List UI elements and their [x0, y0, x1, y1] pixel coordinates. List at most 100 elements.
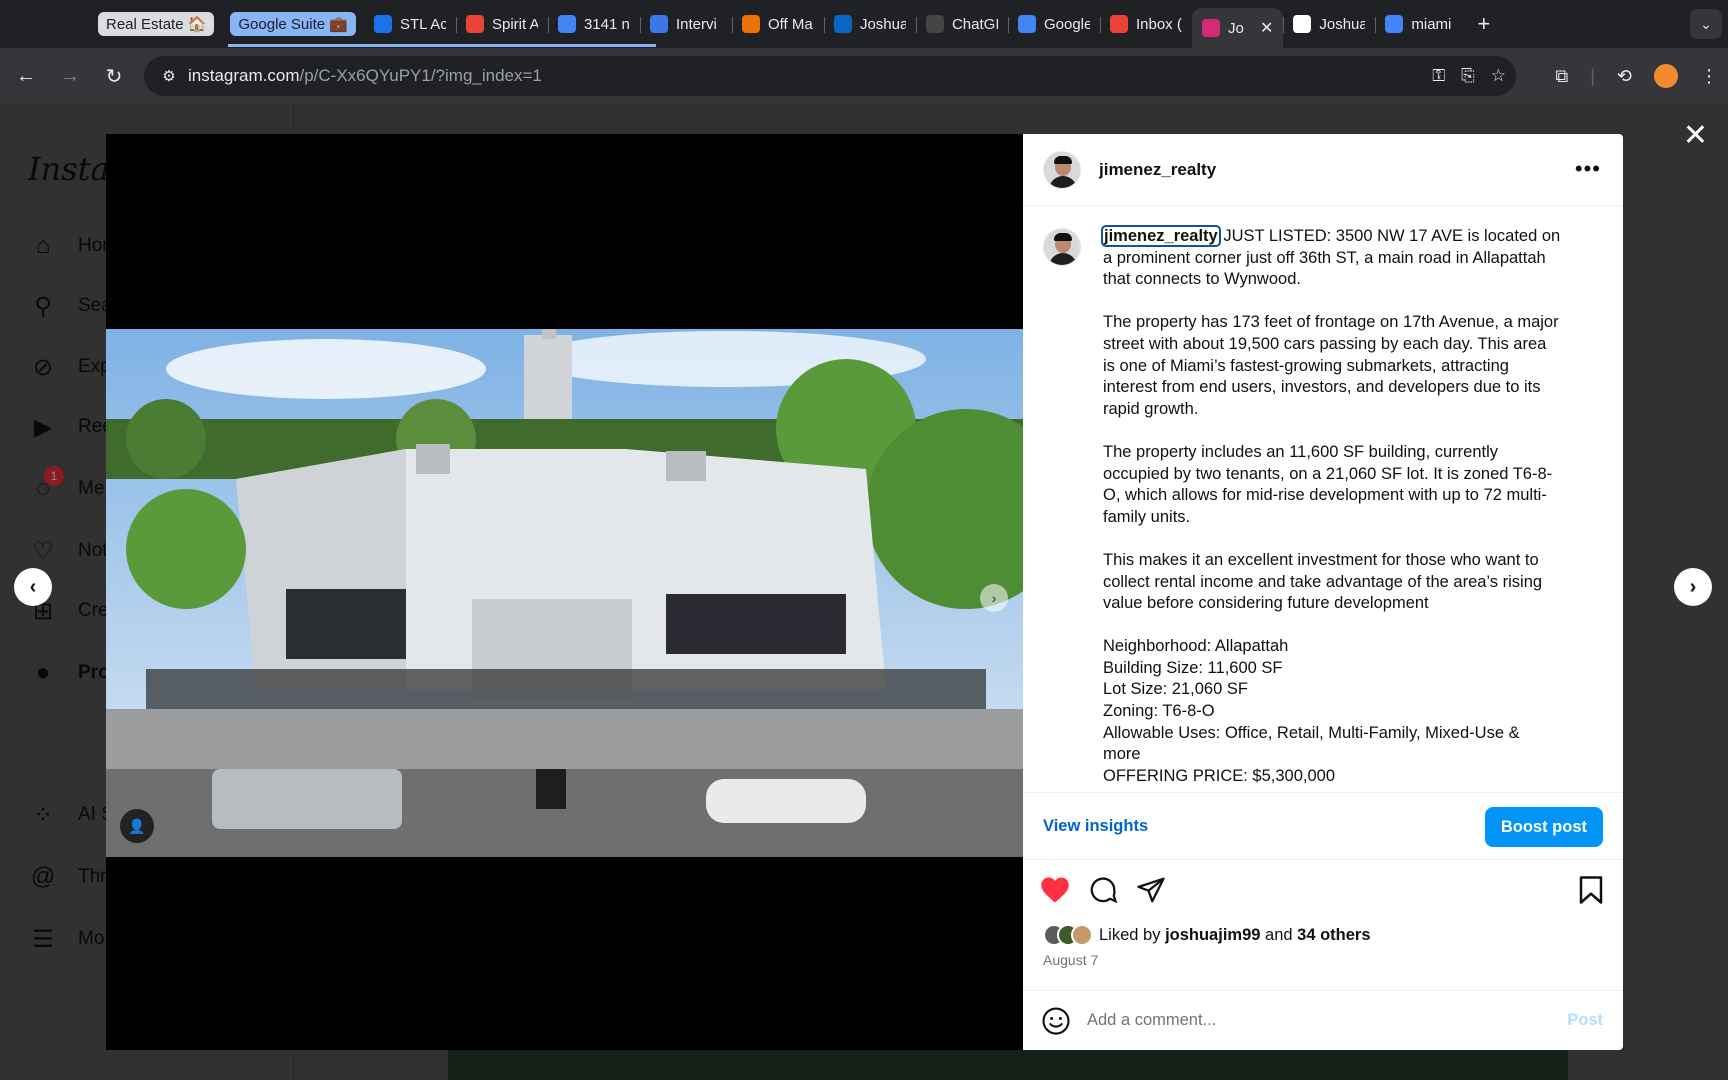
- post-actions: [1023, 860, 1623, 920]
- caption-line: Neighborhood: Allapattah: [1103, 637, 1289, 656]
- profile-avatar[interactable]: [1654, 64, 1678, 88]
- caption-line: street with about 19,500 cars passing by…: [1103, 334, 1547, 353]
- liked-by-user[interactable]: joshuajim99: [1165, 926, 1260, 945]
- caption-line: collect rental income and take advantage…: [1103, 572, 1543, 591]
- share-send-icon[interactable]: [1135, 874, 1167, 906]
- caption-area[interactable]: jimenez_realty JUST LISTED: 3500 NW 17 A…: [1023, 206, 1623, 792]
- browser-tab[interactable]: Inbox (: [1099, 7, 1192, 41]
- tab-title: 3141 n: [583, 15, 630, 33]
- bookmark-star-icon[interactable]: ☆: [1491, 66, 1506, 86]
- close-modal-icon[interactable]: ✕: [1683, 118, 1708, 153]
- browser-tab[interactable]: Google: [1007, 7, 1100, 41]
- gmail-icon: [465, 15, 484, 33]
- globe-icon: [649, 15, 668, 33]
- post-media: › 👤: [106, 134, 1023, 1050]
- liked-by-and: and: [1265, 925, 1293, 944]
- caption-line: rapid growth.: [1103, 399, 1199, 418]
- browser-tab[interactable]: Joshua: [823, 7, 916, 41]
- comment-bubble-icon[interactable]: [1087, 874, 1119, 906]
- save-bookmark-icon[interactable]: [1575, 874, 1607, 906]
- liker-avatars[interactable]: [1043, 924, 1093, 946]
- view-insights-link[interactable]: View insights: [1043, 817, 1148, 836]
- tab-title: Joshua: [859, 15, 906, 33]
- calendar-icon: [373, 15, 392, 33]
- property-photo[interactable]: › 👤: [106, 329, 1023, 857]
- browser-tab[interactable]: 3141 n: [547, 7, 640, 41]
- browser-tab-strip: Real Estate 🏠 Google Suite 💼 STL Ac Spiri…: [0, 0, 1728, 48]
- url-host: instagram.com: [188, 66, 300, 85]
- caption-line: that connects to Wynwood.: [1103, 270, 1301, 289]
- post-details-panel: jimenez_realty ••• jimenez_realty JUST L…: [1023, 134, 1623, 1050]
- post-header: jimenez_realty •••: [1023, 134, 1623, 206]
- google-icon: [1385, 15, 1404, 33]
- reload-icon[interactable]: ↻: [96, 58, 132, 94]
- browser-tab[interactable]: Intervi: [639, 7, 732, 41]
- browser-toolbar: ← → ↻ ⚙ instagram.com/p/C-Xx6QYuPY1/?img…: [0, 48, 1728, 104]
- liked-by-others[interactable]: 34 others: [1297, 926, 1370, 945]
- comment-bar: Post: [1023, 990, 1623, 1050]
- post-date[interactable]: August 7: [1043, 952, 1098, 968]
- liker-avatar: [1071, 924, 1093, 946]
- browser-tab[interactable]: miami: [1375, 7, 1467, 41]
- liked-by-prefix: Liked by: [1099, 925, 1161, 944]
- property-photo-illustration: [106, 329, 1023, 857]
- tab-title: Intervi: [675, 15, 717, 33]
- post-comment-button[interactable]: Post: [1567, 1011, 1603, 1030]
- author-avatar[interactable]: [1043, 150, 1081, 189]
- doc-icon: [1293, 15, 1312, 33]
- next-image-icon[interactable]: ›: [980, 584, 1008, 612]
- tab-search-chevron-icon[interactable]: ⌄: [1690, 9, 1722, 39]
- cloud-icon: [741, 15, 760, 33]
- browser-tab[interactable]: ChatGI: [915, 7, 1008, 41]
- tab-group-real-estate[interactable]: Real Estate 🏠: [98, 12, 215, 36]
- site-info-icon[interactable]: ⚙: [154, 67, 184, 85]
- tab-title: Joshua: [1319, 15, 1366, 33]
- author-username[interactable]: jimenez_realty: [1099, 160, 1216, 180]
- emoji-icon[interactable]: [1041, 1006, 1071, 1036]
- boost-post-button[interactable]: Boost post: [1484, 807, 1603, 847]
- forward-arrow-icon[interactable]: →: [52, 58, 88, 94]
- url-path: /p/C-Xx6QYuPY1/?img_index=1: [299, 66, 542, 85]
- browser-tab[interactable]: Jo ✕: [1191, 8, 1284, 48]
- tagged-user-icon[interactable]: 👤: [120, 809, 154, 843]
- next-post-icon[interactable]: ›: [1674, 568, 1712, 606]
- browser-tab[interactable]: Spirit A: [455, 7, 548, 41]
- tab-list: STL Ac Spirit A 3141 n Intervi Off Ma Joshua C…: [364, 0, 1467, 48]
- caption-line: OFFERING PRICE: $5,300,000: [1103, 766, 1336, 785]
- toolbar-divider: |: [1590, 65, 1595, 86]
- linkedin-icon: [833, 15, 852, 33]
- tab-title: Off Ma: [767, 15, 813, 33]
- caption-username[interactable]: jimenez_realty: [1101, 225, 1221, 247]
- caption-line: occupied by two tenants, on a 21,060 SF …: [1103, 464, 1553, 483]
- like-heart-icon[interactable]: [1039, 874, 1071, 906]
- browser-tab[interactable]: STL Ac: [364, 7, 456, 41]
- tab-title: Inbox (: [1135, 15, 1182, 33]
- caption-line: Building Size: 11,600 SF: [1103, 658, 1283, 677]
- caption-author-avatar[interactable]: [1043, 228, 1081, 266]
- globe-icon: [1017, 15, 1036, 33]
- caption-line: interest from end users, investors, and …: [1103, 378, 1541, 397]
- close-tab-icon[interactable]: ✕: [1260, 18, 1273, 38]
- new-tab-button[interactable]: +: [1477, 11, 1490, 37]
- caption-line: Allowable Uses: Office, Retail, Multi-Fa…: [1103, 723, 1520, 742]
- address-url[interactable]: instagram.com/p/C-Xx6QYuPY1/?img_index=1: [188, 66, 542, 86]
- previous-post-icon[interactable]: ‹: [14, 568, 52, 606]
- back-arrow-icon[interactable]: ←: [8, 58, 44, 94]
- instagram-page: Instag ⌂ Hor ⚲ Sea ⊘ Exp ▶ Ree ◌ 1 Me ♡ Not ⊞ Cre ● Pro ⁘…: [0, 104, 1728, 1080]
- password-key-icon[interactable]: ⚿: [1432, 66, 1445, 86]
- install-app-icon[interactable]: ⎘: [1461, 66, 1475, 86]
- caption-line: is one of Miami’s fastest-growing submar…: [1103, 356, 1509, 375]
- comment-input[interactable]: [1087, 1011, 1527, 1030]
- more-options-icon[interactable]: •••: [1575, 156, 1601, 182]
- google-icon: [557, 15, 576, 33]
- address-bar[interactable]: ⚙ instagram.com/p/C-Xx6QYuPY1/?img_index…: [144, 56, 1516, 96]
- caption-line: Zoning: T6-8-O: [1103, 702, 1215, 721]
- extension-sync-icon[interactable]: ⟲: [1617, 66, 1632, 87]
- tab-group-google-suite[interactable]: Google Suite 💼: [230, 12, 356, 36]
- caption-line-text: JUST LISTED: 3500 NW 17 AVE is located o…: [1218, 227, 1561, 245]
- browser-tab[interactable]: Off Ma: [731, 7, 824, 41]
- browser-tab[interactable]: Joshua: [1283, 7, 1375, 41]
- browser-menu-icon[interactable]: ⋮: [1700, 66, 1718, 87]
- likes-summary: Liked by joshuajim99 and 34 others: [1043, 924, 1371, 946]
- extensions-icon[interactable]: ⧉: [1555, 66, 1568, 87]
